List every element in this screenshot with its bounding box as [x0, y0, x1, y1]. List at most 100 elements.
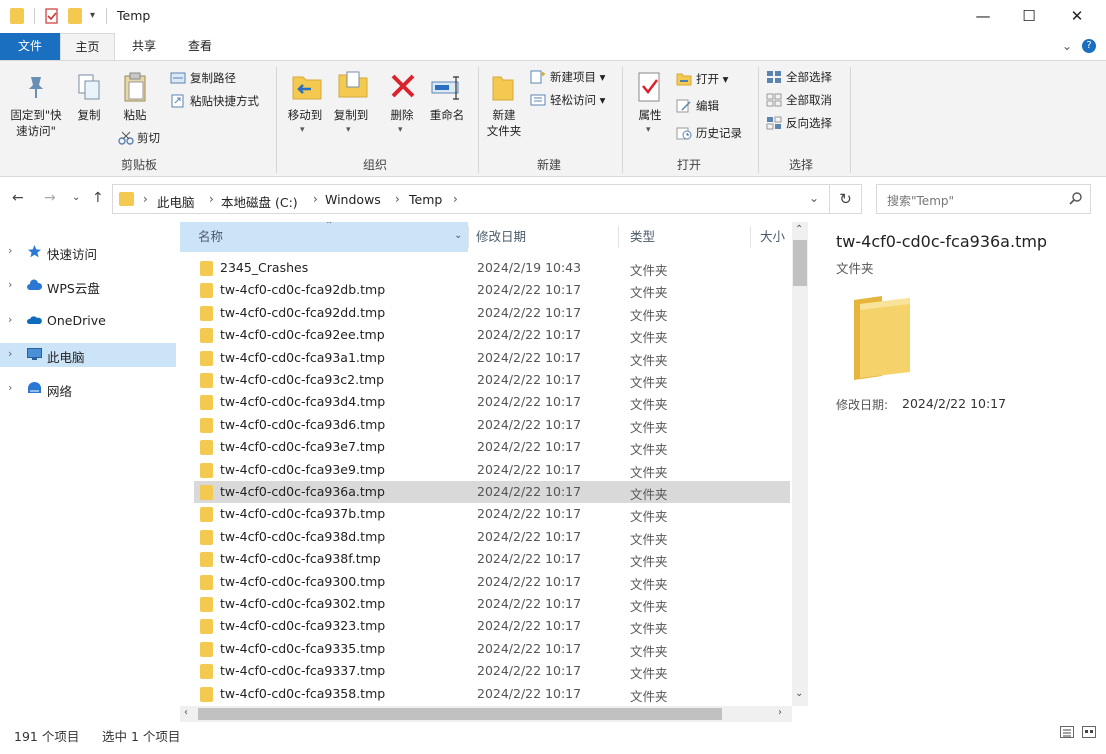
- back-arrow-icon[interactable]: ←: [12, 190, 24, 206]
- forward-arrow-icon[interactable]: →: [44, 190, 56, 206]
- tab-view[interactable]: 查看: [174, 33, 226, 60]
- table-row[interactable]: tw-4cf0-cd0c-fca92db.tmp 2024/2/22 10:17 文…: [194, 279, 790, 301]
- breadcrumb-temp[interactable]: Temp: [409, 192, 442, 207]
- breadcrumb-separator[interactable]: ›: [209, 192, 214, 206]
- move-to-button[interactable]: 移动到: [282, 107, 328, 123]
- details-view-icon[interactable]: [1060, 726, 1074, 738]
- table-row[interactable]: tw-4cf0-cd0c-fca9323.tmp 2024/2/22 10:17 文…: [194, 615, 790, 637]
- nav-item-quick-access[interactable]: › 快速访问: [0, 240, 176, 264]
- table-row[interactable]: tw-4cf0-cd0c-fca93e9.tmp 2024/2/22 10:17 文…: [194, 459, 790, 481]
- table-row[interactable]: tw-4cf0-cd0c-fca9337.tmp 2024/2/22 10:17 文…: [194, 660, 790, 682]
- table-row[interactable]: tw-4cf0-cd0c-fca93e7.tmp 2024/2/22 10:17 文…: [194, 436, 790, 458]
- scroll-right-arrow-icon[interactable]: ›: [778, 707, 782, 718]
- breadcrumb-this-pc[interactable]: 此电脑: [157, 192, 195, 211]
- copy-button[interactable]: 复制: [72, 107, 106, 123]
- expand-chevron-icon[interactable]: ›: [8, 278, 12, 291]
- table-row[interactable]: tw-4cf0-cd0c-fca938f.tmp 2024/2/22 10:17 文…: [194, 548, 790, 570]
- address-dropdown-icon[interactable]: ⌄: [809, 191, 819, 205]
- file-name[interactable]: tw-4cf0-cd0c-fca9302.tmp: [220, 596, 385, 611]
- expand-chevron-icon[interactable]: ›: [8, 347, 12, 360]
- table-row[interactable]: tw-4cf0-cd0c-fca936a.tmp 2024/2/22 10:17 文…: [194, 481, 790, 503]
- file-name[interactable]: tw-4cf0-cd0c-fca9335.tmp: [220, 641, 385, 656]
- nav-item-onedrive[interactable]: › OneDrive: [0, 309, 176, 333]
- table-row[interactable]: tw-4cf0-cd0c-fca9335.tmp 2024/2/22 10:17 文…: [194, 638, 790, 660]
- column-filter-dropdown-icon[interactable]: ⌄: [454, 230, 462, 241]
- pin-quick-access-button[interactable]: 固定到"快 速访问": [4, 107, 68, 139]
- column-header-type[interactable]: 类型: [630, 222, 655, 252]
- table-row[interactable]: tw-4cf0-cd0c-fca93a1.tmp 2024/2/22 10:17 文…: [194, 347, 790, 369]
- copy-to-button[interactable]: 复制到: [328, 107, 374, 123]
- file-name[interactable]: tw-4cf0-cd0c-fca93e7.tmp: [220, 439, 385, 454]
- file-name[interactable]: tw-4cf0-cd0c-fca938d.tmp: [220, 529, 385, 544]
- paste-shortcut-button[interactable]: 粘贴快捷方式: [190, 93, 259, 109]
- tab-home[interactable]: 主页: [60, 33, 115, 60]
- file-name[interactable]: tw-4cf0-cd0c-fca936a.tmp: [220, 484, 385, 499]
- table-row[interactable]: tw-4cf0-cd0c-fca937b.tmp 2024/2/22 10:17 文…: [194, 503, 790, 525]
- breadcrumb-separator[interactable]: ›: [313, 192, 318, 206]
- expand-chevron-icon[interactable]: ›: [8, 244, 12, 257]
- table-row[interactable]: tw-4cf0-cd0c-fca92dd.tmp 2024/2/22 10:17 文…: [194, 302, 790, 324]
- refresh-button[interactable]: ↻: [830, 184, 862, 214]
- horizontal-scroll-thumb[interactable]: [198, 708, 722, 720]
- table-row[interactable]: 2345_Crashes 2024/2/19 10:43 文件夹: [194, 257, 790, 279]
- delete-dropdown-icon[interactable]: ▾: [398, 125, 403, 135]
- properties-qat-icon[interactable]: [44, 8, 58, 24]
- edit-button[interactable]: 编辑: [696, 98, 719, 114]
- horizontal-scrollbar[interactable]: ‹ ›: [180, 706, 792, 722]
- scroll-up-arrow-icon[interactable]: ⌃: [795, 224, 803, 235]
- file-name[interactable]: tw-4cf0-cd0c-fca9337.tmp: [220, 663, 385, 678]
- breadcrumb-separator[interactable]: ›: [453, 192, 458, 206]
- paste-button[interactable]: 粘贴: [118, 107, 152, 123]
- file-name[interactable]: tw-4cf0-cd0c-fca9300.tmp: [220, 574, 385, 589]
- file-name[interactable]: tw-4cf0-cd0c-fca93a1.tmp: [220, 350, 385, 365]
- large-icons-view-icon[interactable]: [1082, 726, 1096, 738]
- file-name[interactable]: tw-4cf0-cd0c-fca92ee.tmp: [220, 327, 385, 342]
- file-name[interactable]: tw-4cf0-cd0c-fca9358.tmp: [220, 686, 385, 701]
- vertical-scrollbar[interactable]: ⌃ ⌄: [792, 222, 808, 706]
- new-item-button[interactable]: 新建项目 ▾: [550, 69, 605, 85]
- new-folder-button[interactable]: 新建 文件夹: [480, 107, 528, 139]
- scroll-thumb[interactable]: [793, 240, 807, 286]
- maximize-button[interactable]: ☐: [1006, 0, 1052, 32]
- copy-path-button[interactable]: 复制路径: [190, 70, 236, 86]
- new-folder-qat-icon[interactable]: [68, 8, 82, 24]
- close-button[interactable]: ✕: [1054, 0, 1100, 32]
- column-separator[interactable]: [750, 226, 751, 248]
- file-name[interactable]: 2345_Crashes: [220, 260, 308, 275]
- copy-to-dropdown-icon[interactable]: ▾: [346, 125, 351, 135]
- breadcrumb-windows[interactable]: Windows: [325, 192, 381, 207]
- file-name[interactable]: tw-4cf0-cd0c-fca92dd.tmp: [220, 305, 385, 320]
- invert-selection-button[interactable]: 反向选择: [786, 115, 832, 131]
- minimize-button[interactable]: —: [960, 0, 1006, 32]
- column-header-size[interactable]: 大小: [760, 222, 785, 252]
- table-row[interactable]: tw-4cf0-cd0c-fca93d4.tmp 2024/2/22 10:17 文…: [194, 391, 790, 413]
- tab-file[interactable]: 文件: [0, 33, 60, 60]
- address-bar[interactable]: › 此电脑 › 本地磁盘 (C:) › Windows › Temp › ⌄: [112, 184, 830, 214]
- properties-dropdown-icon[interactable]: ▾: [646, 125, 651, 135]
- table-row[interactable]: tw-4cf0-cd0c-fca93c2.tmp 2024/2/22 10:17 文…: [194, 369, 790, 391]
- qat-dropdown-icon[interactable]: ▾: [90, 10, 104, 26]
- scroll-down-arrow-icon[interactable]: ⌄: [795, 688, 803, 699]
- file-name[interactable]: tw-4cf0-cd0c-fca937b.tmp: [220, 506, 385, 521]
- properties-button[interactable]: 属性: [630, 107, 670, 123]
- file-name[interactable]: tw-4cf0-cd0c-fca93d6.tmp: [220, 417, 385, 432]
- breadcrumb-separator[interactable]: ›: [395, 192, 400, 206]
- tab-share[interactable]: 共享: [118, 33, 170, 60]
- delete-button[interactable]: 删除: [384, 107, 420, 123]
- table-row[interactable]: tw-4cf0-cd0c-fca938d.tmp 2024/2/22 10:17 文…: [194, 526, 790, 548]
- column-header-date[interactable]: 修改日期: [476, 222, 526, 252]
- search-icon[interactable]: [1069, 191, 1083, 208]
- table-row[interactable]: tw-4cf0-cd0c-fca9358.tmp 2024/2/22 10:17 文…: [194, 683, 790, 705]
- nav-item-network[interactable]: › 网络: [0, 377, 176, 401]
- nav-item-wps-cloud[interactable]: › WPS云盘: [0, 274, 176, 298]
- file-name[interactable]: tw-4cf0-cd0c-fca938f.tmp: [220, 551, 381, 566]
- table-row[interactable]: tw-4cf0-cd0c-fca9302.tmp 2024/2/22 10:17 文…: [194, 593, 790, 615]
- cut-button[interactable]: 剪切: [137, 130, 160, 146]
- table-row[interactable]: tw-4cf0-cd0c-fca93d6.tmp 2024/2/22 10:17 文…: [194, 414, 790, 436]
- easy-access-button[interactable]: 轻松访问 ▾: [550, 92, 605, 108]
- table-row[interactable]: tw-4cf0-cd0c-fca9300.tmp 2024/2/22 10:17 文…: [194, 571, 790, 593]
- file-name[interactable]: tw-4cf0-cd0c-fca92db.tmp: [220, 282, 385, 297]
- expand-chevron-icon[interactable]: ›: [8, 313, 12, 326]
- help-icon[interactable]: ?: [1082, 39, 1096, 53]
- breadcrumb-local-disk[interactable]: 本地磁盘 (C:): [221, 192, 298, 211]
